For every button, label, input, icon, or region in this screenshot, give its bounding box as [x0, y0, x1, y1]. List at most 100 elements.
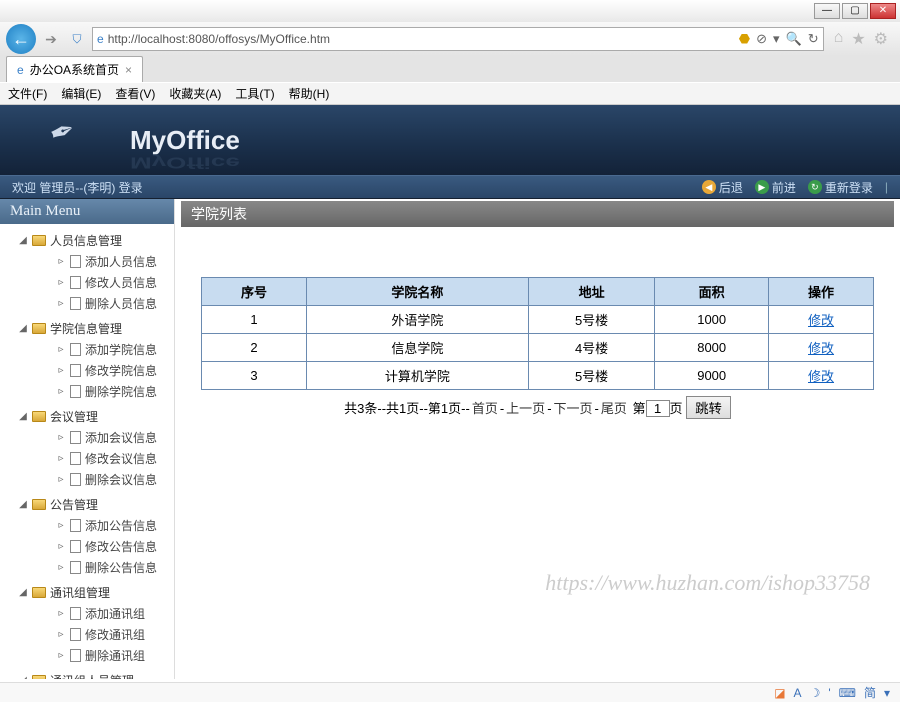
tree-group-label: 会议管理 [50, 408, 98, 425]
tree-group[interactable]: ◢公告管理 [18, 494, 174, 515]
tree-item-label: 删除学院信息 [85, 383, 157, 400]
menu-favorites[interactable]: 收藏夹(A) [169, 85, 221, 102]
refresh-icon[interactable]: ↻ [808, 31, 819, 47]
tree-group[interactable]: ◢ 学院信息管理 [18, 318, 174, 339]
tab-favicon: e [17, 63, 24, 77]
tree-item[interactable]: ▹修改通讯组 [18, 624, 174, 645]
pager-first[interactable]: 首页 [472, 401, 498, 416]
collapse-icon: ◢ [18, 323, 28, 334]
table-cell: 2 [202, 334, 307, 362]
nav-back-link[interactable]: ◀后退 [702, 179, 743, 196]
file-icon [70, 452, 81, 465]
browser-tabbar: e 办公OA系统首页 × [0, 56, 900, 82]
tree-item[interactable]: ▹删除通讯组 [18, 645, 174, 666]
window-maximize-button[interactable]: ▢ [842, 3, 868, 19]
browser-navbar: ← ➔ ⛉ e ⬣ ⊘ ▾ 🔍 ↻ ⌂ ★ ⚙ [0, 22, 900, 56]
edit-link[interactable]: 修改 [808, 369, 834, 384]
menu-file[interactable]: 文件(F) [8, 85, 47, 102]
edit-link[interactable]: 修改 [808, 313, 834, 328]
nav-forward-button[interactable]: ➔ [40, 28, 62, 50]
tree-item[interactable]: ▹添加人员信息 [18, 251, 174, 272]
tree-item[interactable]: ▹修改公告信息 [18, 536, 174, 557]
table-cell: 1000 [655, 306, 769, 334]
browser-tab[interactable]: e 办公OA系统首页 × [6, 56, 143, 82]
url-bar[interactable]: e ⬣ ⊘ ▾ 🔍 ↻ [92, 27, 824, 51]
browser-menubar: 文件(F) 编辑(E) 查看(V) 收藏夹(A) 工具(T) 帮助(H) [0, 82, 900, 104]
pager-goto-input[interactable] [646, 400, 670, 417]
ime-icon[interactable]: ◪ [774, 686, 785, 700]
star-icon[interactable]: ★ [851, 29, 865, 49]
welcome-bar: 欢迎 管理员--(李明) 登录 ◀后退 ▶前进 ↻重新登录 | [0, 175, 900, 199]
gear-icon[interactable]: ⚙ [874, 29, 888, 49]
tree-item[interactable]: ▹添加学院信息 [18, 339, 174, 360]
ime-a[interactable]: A [794, 686, 802, 700]
table-header: 操作 [769, 278, 874, 306]
table-cell: 5号楼 [528, 306, 655, 334]
table-cell: 4号楼 [528, 334, 655, 362]
tree-item-label: 修改公告信息 [85, 538, 157, 555]
tab-close-icon[interactable]: × [125, 63, 132, 77]
chevron-down-icon[interactable]: ▾ [884, 686, 890, 700]
tree-group[interactable]: ◢通讯组管理 [18, 582, 174, 603]
file-icon [70, 364, 81, 377]
menu-edit[interactable]: 编辑(E) [61, 85, 101, 102]
welcome-text: 欢迎 管理员--(李明) 登录 [12, 179, 143, 196]
stop-icon[interactable]: ⊘ [756, 31, 767, 47]
home-icon[interactable]: ⌂ [834, 29, 844, 49]
tree-group-label: 学院信息管理 [50, 320, 122, 337]
menu-tools[interactable]: 工具(T) [235, 85, 274, 102]
bullet-icon: ▹ [56, 432, 66, 443]
tree-item[interactable]: ▹ 添加公告信息 [18, 515, 174, 536]
bullet-icon: ▹ [56, 520, 66, 531]
tree-item[interactable]: ▹修改学院信息 [18, 360, 174, 381]
tree-item[interactable]: ▹修改会议信息 [18, 448, 174, 469]
window-titlebar: — ▢ ✕ [0, 0, 900, 22]
moon-icon[interactable]: ☽ [810, 686, 821, 700]
tree-item-label: 添加公告信息 [85, 517, 157, 534]
refresh-small-icon: ↻ [808, 180, 822, 194]
tree-item[interactable]: ▹删除会议信息 [18, 469, 174, 490]
bee-icon[interactable]: ⬣ [739, 31, 750, 47]
pager-next[interactable]: 下一页 [554, 401, 593, 416]
tree-group[interactable]: ◢会议管理 [18, 406, 174, 427]
folder-icon [32, 323, 46, 334]
menu-view[interactable]: 查看(V) [115, 85, 155, 102]
url-input[interactable] [108, 32, 735, 46]
table-header: 面积 [655, 278, 769, 306]
ie-icon: e [97, 32, 104, 46]
bullet-icon: ▹ [56, 277, 66, 288]
pager-last[interactable]: 尾页 [601, 401, 627, 416]
keyboard-icon[interactable]: ⌨ [839, 686, 856, 700]
nav-back-button[interactable]: ← [6, 24, 36, 54]
arrow-left-icon: ◀ [702, 180, 716, 194]
ime-simplified[interactable]: 简 [864, 684, 876, 701]
table-cell: 外语学院 [306, 306, 528, 334]
sidebar-tree: ◢人员信息管理▹添加人员信息▹修改人员信息▹删除人员信息 ◢ 学院信息管理 ▹添加学院… [0, 224, 174, 679]
menu-help[interactable]: 帮助(H) [289, 85, 330, 102]
comma-icon[interactable]: ' [828, 686, 830, 700]
table-cell: 8000 [655, 334, 769, 362]
window-minimize-button[interactable]: — [814, 3, 840, 19]
tree-item[interactable]: ▹删除学院信息 [18, 381, 174, 402]
tree-item-label: 修改通讯组 [85, 626, 145, 643]
edit-link[interactable]: 修改 [808, 341, 834, 356]
tree-item-label: 删除会议信息 [85, 471, 157, 488]
table-cell: 1 [202, 306, 307, 334]
tree-item[interactable]: ▹修改人员信息 [18, 272, 174, 293]
pager-jump-button[interactable]: 跳转 [686, 396, 731, 419]
tree-group-label: 人员信息管理 [50, 232, 122, 249]
pager-prev[interactable]: 上一页 [506, 401, 545, 416]
tree-item[interactable]: ▹添加通讯组 [18, 603, 174, 624]
dropdown-icon[interactable]: ▾ [773, 31, 780, 47]
bullet-icon: ▹ [56, 365, 66, 376]
tree-item[interactable]: ▹删除公告信息 [18, 557, 174, 578]
file-icon [70, 607, 81, 620]
nav-forward-link[interactable]: ▶前进 [755, 179, 796, 196]
window-close-button[interactable]: ✕ [870, 3, 896, 19]
tree-item[interactable]: ▹添加会议信息 [18, 427, 174, 448]
tree-group[interactable]: ◢通讯组人员管理 [18, 670, 174, 679]
tree-group[interactable]: ◢人员信息管理 [18, 230, 174, 251]
tree-item[interactable]: ▹删除人员信息 [18, 293, 174, 314]
relogin-link[interactable]: ↻重新登录 [808, 179, 873, 196]
search-icon[interactable]: 🔍 [786, 31, 802, 47]
